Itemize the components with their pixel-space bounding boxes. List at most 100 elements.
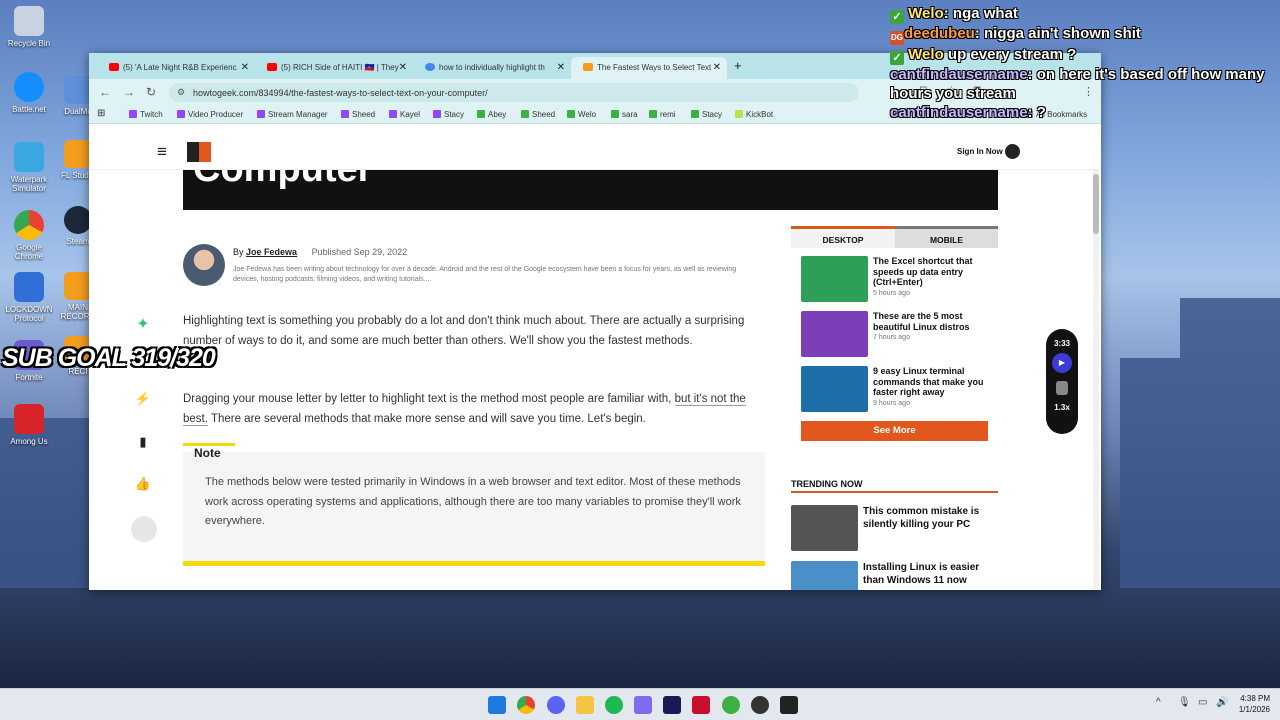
chat-message: cantfindausername: on here it's based of… xyxy=(890,66,1265,102)
user-icon[interactable] xyxy=(131,516,157,542)
dg-badge-icon: DG xyxy=(890,31,904,45)
tab-active-howtogeek[interactable]: The Fastest Ways to Select Text ✕ xyxy=(571,57,727,79)
among-us-icon xyxy=(14,404,44,434)
app-icon[interactable] xyxy=(722,696,740,714)
hamburger-menu-icon[interactable]: ≡ xyxy=(157,142,167,162)
page-content: ≡ Sign In Now Computer By Joe Fedewa Pub… xyxy=(89,134,1101,590)
list-item[interactable]: 9 easy Linux terminal commands that make… xyxy=(801,366,998,412)
forward-icon[interactable]: → xyxy=(123,85,135,99)
youtube-icon xyxy=(109,63,119,71)
recycle-bin-icon xyxy=(14,6,44,36)
tab-youtube-1[interactable]: (5) 'A Late Night R&B Experienc ✕ xyxy=(97,57,255,79)
address-bar[interactable]: ⚙ howtogeek.com/834994/the-fastest-ways-t… xyxy=(169,83,859,102)
file-explorer-icon[interactable] xyxy=(576,696,594,714)
page-scrollbar[interactable] xyxy=(1093,134,1099,590)
lightning-icon[interactable]: ⚡ xyxy=(131,391,155,407)
spotify-icon[interactable] xyxy=(605,696,623,714)
list-item[interactable]: Installing Linux is easier than Windows … xyxy=(791,561,988,590)
bookmark-stream-manager[interactable]: Stream Manager xyxy=(257,110,328,119)
howtogeek-logo[interactable] xyxy=(187,142,211,162)
copilot-icon[interactable] xyxy=(634,696,652,714)
thumbs-up-icon[interactable]: 👍 xyxy=(131,476,155,492)
bookmark-remi[interactable]: remi xyxy=(649,110,676,119)
bookmark-sheed-kick[interactable]: Sheed xyxy=(521,110,555,119)
twitch-icon xyxy=(177,110,185,118)
app-icon[interactable] xyxy=(780,696,798,714)
taskbar: ^ 🎙 ▭ 🔊 4:38 PM 1/1/2026 xyxy=(0,688,1280,720)
microphone-icon[interactable]: 🎙 xyxy=(1178,697,1191,708)
chrome-icon[interactable] xyxy=(517,696,535,714)
tab-google-search[interactable]: how to individually highlight th ✕ xyxy=(413,57,571,79)
twitch-icon xyxy=(341,110,349,118)
back-icon[interactable]: ← xyxy=(99,85,111,99)
bookmark-welo[interactable]: Welo xyxy=(567,110,596,119)
play-icon[interactable]: ▶ xyxy=(1052,353,1072,373)
kick-icon xyxy=(611,110,619,118)
bookmark-sara[interactable]: sara xyxy=(611,110,638,119)
second-paragraph: Dragging your mouse letter by letter to … xyxy=(183,393,746,426)
app-icon[interactable] xyxy=(692,696,710,714)
wallpaper-building xyxy=(1120,358,1180,598)
sign-in-button[interactable]: Sign In Now xyxy=(957,147,1003,156)
close-icon[interactable]: ✕ xyxy=(557,62,565,73)
battlenet-icon xyxy=(14,72,44,102)
desktop-icon-battlenet[interactable]: Battle.net xyxy=(4,72,54,114)
site-header: ≡ Sign In Now xyxy=(89,134,1101,170)
app-icon xyxy=(64,76,92,104)
author-link[interactable]: Joe Fedewa xyxy=(246,247,297,257)
system-clock[interactable]: 4:38 PM 1/1/2026 xyxy=(1239,693,1270,715)
desktop-icon-among-us[interactable]: Among Us xyxy=(4,404,54,446)
twitch-icon xyxy=(257,110,265,118)
account-icon[interactable] xyxy=(1005,144,1020,159)
floating-video-player[interactable]: 3:33 ▶ 1.3x xyxy=(1046,329,1078,434)
sparkle-icon[interactable]: ✦ xyxy=(131,314,155,334)
desktop-icon-waterpark[interactable]: Waterpark Simulator xyxy=(4,142,54,193)
bookmark-stacy[interactable]: Stacy xyxy=(433,110,464,119)
kick-icon xyxy=(567,110,575,118)
premiere-icon[interactable] xyxy=(663,696,681,714)
bookmark-kickbot[interactable]: KickBot xyxy=(735,110,773,119)
playback-speed[interactable]: 1.3x xyxy=(1046,403,1078,412)
close-icon[interactable]: ✕ xyxy=(399,62,407,73)
tab-desktop[interactable]: DESKTOP xyxy=(791,226,895,248)
verified-badge-icon: ✓ xyxy=(890,51,904,65)
close-icon[interactable]: ✕ xyxy=(713,62,721,73)
start-icon[interactable] xyxy=(488,696,506,714)
volume-icon[interactable]: 🔊 xyxy=(1216,697,1228,708)
author-avatar[interactable] xyxy=(183,244,225,286)
browser-window: (5) 'A Late Night R&B Experienc ✕ (5) RIC… xyxy=(89,53,1101,590)
close-icon[interactable]: ✕ xyxy=(241,62,249,73)
site-info-icon: ⚙ xyxy=(177,87,186,97)
desktop-icon-recycle-bin[interactable]: Recycle Bin xyxy=(4,6,54,48)
bookmark-icon[interactable]: ▮ xyxy=(131,434,155,450)
reload-icon[interactable]: ↻ xyxy=(146,85,156,99)
new-tab-button[interactable]: + xyxy=(734,58,742,73)
bookmark-kayel[interactable]: Kayel xyxy=(389,110,420,119)
bookmark-abey[interactable]: Abey xyxy=(477,110,506,119)
tab-mobile[interactable]: MOBILE xyxy=(895,226,998,248)
network-icon[interactable]: ▭ xyxy=(1198,697,1207,708)
apps-grid-icon[interactable]: ⊞ xyxy=(97,108,105,119)
list-item[interactable]: This common mistake is silently killing … xyxy=(791,505,988,551)
obs-icon[interactable] xyxy=(751,696,769,714)
desktop-icon-lockdown[interactable]: LOCKDOWN Protocol xyxy=(4,272,54,323)
wallpaper-building xyxy=(1180,298,1280,598)
desktop-icon-chrome[interactable]: Google Chrome xyxy=(4,210,54,261)
article-thumbnail xyxy=(801,366,868,412)
stream-chat-overlay: ✓ Welo: nga what DGdeedubeu: nigga ain't… xyxy=(890,4,1280,122)
bookmark-video-producer[interactable]: Video Producer xyxy=(177,110,243,119)
list-item[interactable]: These are the 5 most beautiful Linux dis… xyxy=(801,311,998,357)
see-more-button[interactable]: See More xyxy=(801,421,988,441)
chat-message: DGdeedubeu: nigga ain't shown shit xyxy=(890,24,1280,45)
tab-youtube-2[interactable]: (5) RICH Side of HAITI 🇭🇹 | They ✕ xyxy=(255,57,413,79)
kickbot-icon xyxy=(735,110,743,118)
game-icon xyxy=(14,272,44,302)
bookmark-sheed[interactable]: Sheed xyxy=(341,110,375,119)
note-box: Note The methods below were tested prima… xyxy=(183,443,765,566)
discord-icon[interactable] xyxy=(547,696,565,714)
list-item[interactable]: The Excel shortcut that speeds up data e… xyxy=(801,256,998,302)
bookmark-twitch[interactable]: Twitch xyxy=(129,110,163,119)
scrollbar-thumb[interactable] xyxy=(1093,174,1099,234)
bookmark-stacy-kick[interactable]: Stacy xyxy=(691,110,722,119)
tray-chevron-icon[interactable]: ^ xyxy=(1156,697,1161,708)
